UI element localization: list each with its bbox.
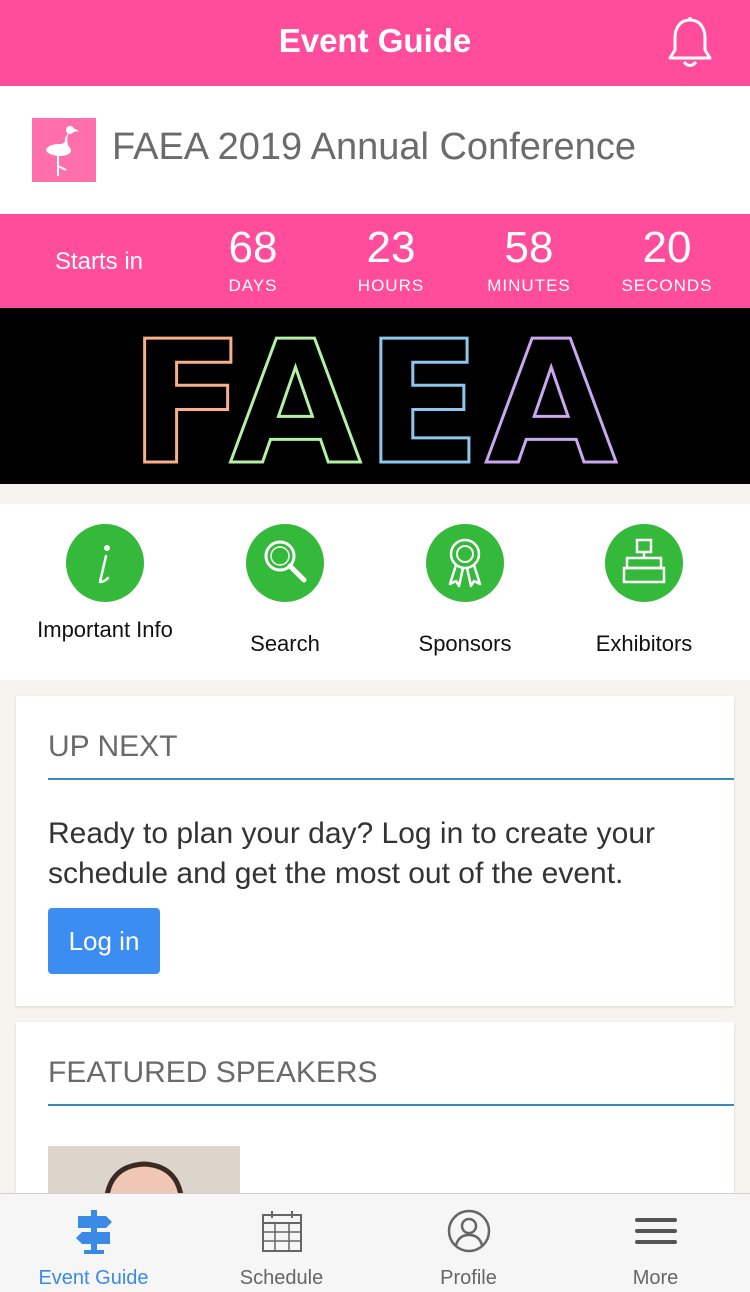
- ribbon-icon: [426, 524, 504, 602]
- section-divider: [48, 778, 734, 780]
- shortcut-important-info[interactable]: Important Info: [15, 524, 195, 674]
- countdown-minutes: 58 MINUTES: [464, 222, 594, 296]
- featured-speakers-title: FEATURED SPEAKERS: [48, 1056, 378, 1089]
- bottom-tab-bar: Event Guide Schedule Profile More: [0, 1193, 750, 1292]
- calendar-icon: [262, 1211, 302, 1252]
- tab-event-guide[interactable]: Event Guide: [0, 1194, 187, 1292]
- conference-header: FAEA 2019 Annual Conference: [0, 86, 750, 214]
- shortcut-search[interactable]: Search: [195, 524, 375, 674]
- event-banner: FAEA: [0, 304, 750, 505]
- quick-links: Important Info Search Sponsors Exhibitor…: [0, 504, 750, 680]
- tab-label: More: [632, 1267, 679, 1289]
- countdown-unit: SECONDS: [621, 276, 713, 295]
- countdown-bar: Starts in 68 DAYS 23 HOURS 58 MINUTES 20…: [0, 214, 750, 308]
- featured-speakers-card: FEATURED SPEAKERS: [16, 1022, 734, 1193]
- shortcut-label: Exhibitors: [595, 631, 693, 656]
- countdown-value: 58: [504, 223, 554, 272]
- shortcut-sponsors[interactable]: Sponsors: [375, 524, 555, 674]
- bell-icon[interactable]: [666, 16, 714, 70]
- banner-letter: F: [129, 308, 231, 484]
- info-icon: [66, 524, 144, 602]
- banner-letter: A: [485, 308, 621, 484]
- banner-text: FAEA: [129, 308, 621, 484]
- booth-icon: [605, 524, 683, 602]
- countdown-value: 20: [642, 223, 692, 272]
- speaker-photo[interactable]: [48, 1146, 240, 1193]
- tab-schedule[interactable]: Schedule: [188, 1194, 375, 1292]
- countdown-seconds: 20 SECONDS: [602, 222, 732, 296]
- search-icon: [246, 524, 324, 602]
- banner-logo: FAEA: [128, 304, 621, 505]
- up-next-message: Ready to plan your day? Log in to create…: [48, 817, 656, 890]
- countdown-unit: HOURS: [357, 276, 425, 295]
- conference-title: FAEA 2019 Annual Conference: [112, 126, 636, 168]
- shortcut-label: Search: [250, 631, 320, 656]
- banner-letter: E: [365, 308, 485, 484]
- countdown-unit: MINUTES: [487, 276, 571, 295]
- tab-label: Profile: [440, 1267, 497, 1289]
- up-next-title: UP NEXT: [48, 730, 178, 763]
- countdown-value: 23: [366, 223, 416, 272]
- profile-icon: [447, 1209, 491, 1253]
- shortcut-label: Sponsors: [418, 631, 512, 656]
- hamburger-menu-icon: [635, 1218, 677, 1244]
- login-button[interactable]: Log in: [48, 908, 160, 974]
- countdown-hours: 23 HOURS: [326, 222, 456, 296]
- countdown-days: 68 DAYS: [188, 222, 318, 296]
- flamingo-logo: [32, 118, 96, 182]
- countdown-unit: DAYS: [228, 276, 278, 295]
- page-title: Event Guide: [278, 22, 472, 59]
- up-next-card: UP NEXT Ready to plan your day? Log in t…: [16, 696, 734, 1006]
- section-divider: [48, 1104, 734, 1106]
- countdown-value: 68: [228, 223, 278, 272]
- signpost-icon: [76, 1210, 112, 1254]
- countdown-starts-label: Starts in: [55, 248, 144, 275]
- tab-label: Event Guide: [38, 1267, 149, 1289]
- tab-label: Schedule: [239, 1267, 324, 1289]
- shortcut-label: Important Info: [37, 617, 173, 642]
- shortcut-exhibitors[interactable]: Exhibitors: [554, 524, 734, 674]
- tab-more[interactable]: More: [562, 1194, 749, 1292]
- tab-profile[interactable]: Profile: [375, 1194, 562, 1292]
- top-navigation-bar: Event Guide: [0, 0, 750, 86]
- banner-letter: A: [230, 308, 366, 484]
